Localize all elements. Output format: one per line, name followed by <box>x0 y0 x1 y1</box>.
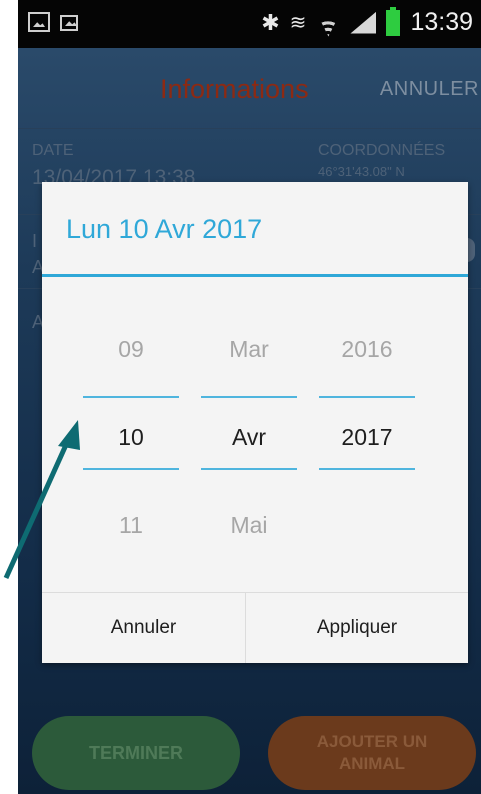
page-title: Informations <box>160 74 309 104</box>
divider <box>18 128 481 129</box>
year-selected[interactable]: 2017 <box>319 424 415 451</box>
app-header: Informations ANNULER <box>18 48 481 128</box>
coordinates-value: 46°31'43.08" N <box>318 164 405 179</box>
month-selected[interactable]: Avr <box>201 424 297 451</box>
battery-icon <box>386 6 401 36</box>
bluetooth-icon: ✱ <box>261 9 280 35</box>
selection-line <box>201 468 297 470</box>
date-picker-dialog: Lun 10 Avr 2017 09 10 11 Mar Avr Mai 201… <box>42 182 468 663</box>
month-next[interactable]: Mai <box>201 512 297 539</box>
day-next[interactable]: 11 <box>83 512 179 539</box>
status-bar: ✱ ≋ 13:39 <box>18 0 481 48</box>
apply-button[interactable]: Appliquer <box>246 593 468 663</box>
status-clock: 13:39 <box>410 8 473 36</box>
selection-line <box>83 396 179 398</box>
signal-icon <box>350 12 376 34</box>
selection-line <box>319 396 415 398</box>
header-cancel-button[interactable]: ANNULER <box>380 78 479 101</box>
cancel-button[interactable]: Annuler <box>42 593 245 663</box>
coordinates-label: COORDONNÉES <box>318 142 446 159</box>
outlook-icon <box>60 15 78 31</box>
add-animal-label: AJOUTER UN ANIMAL <box>316 732 428 773</box>
add-animal-button[interactable]: AJOUTER UN ANIMAL <box>268 716 476 790</box>
selection-line <box>201 396 297 398</box>
dialog-title: Lun 10 Avr 2017 <box>66 214 263 244</box>
month-previous[interactable]: Mar <box>201 336 297 363</box>
day-previous[interactable]: 09 <box>83 336 179 363</box>
selection-line <box>83 468 179 470</box>
selection-line <box>319 468 415 470</box>
date-label: DATE <box>32 142 74 159</box>
image-icon <box>28 12 50 32</box>
vibrate-icon: ≋ <box>289 12 307 34</box>
title-divider <box>42 274 468 277</box>
day-selected[interactable]: 10 <box>83 424 179 451</box>
wifi-icon <box>316 13 340 33</box>
year-previous[interactable]: 2016 <box>319 336 415 363</box>
finish-button[interactable]: TERMINER <box>32 716 240 790</box>
